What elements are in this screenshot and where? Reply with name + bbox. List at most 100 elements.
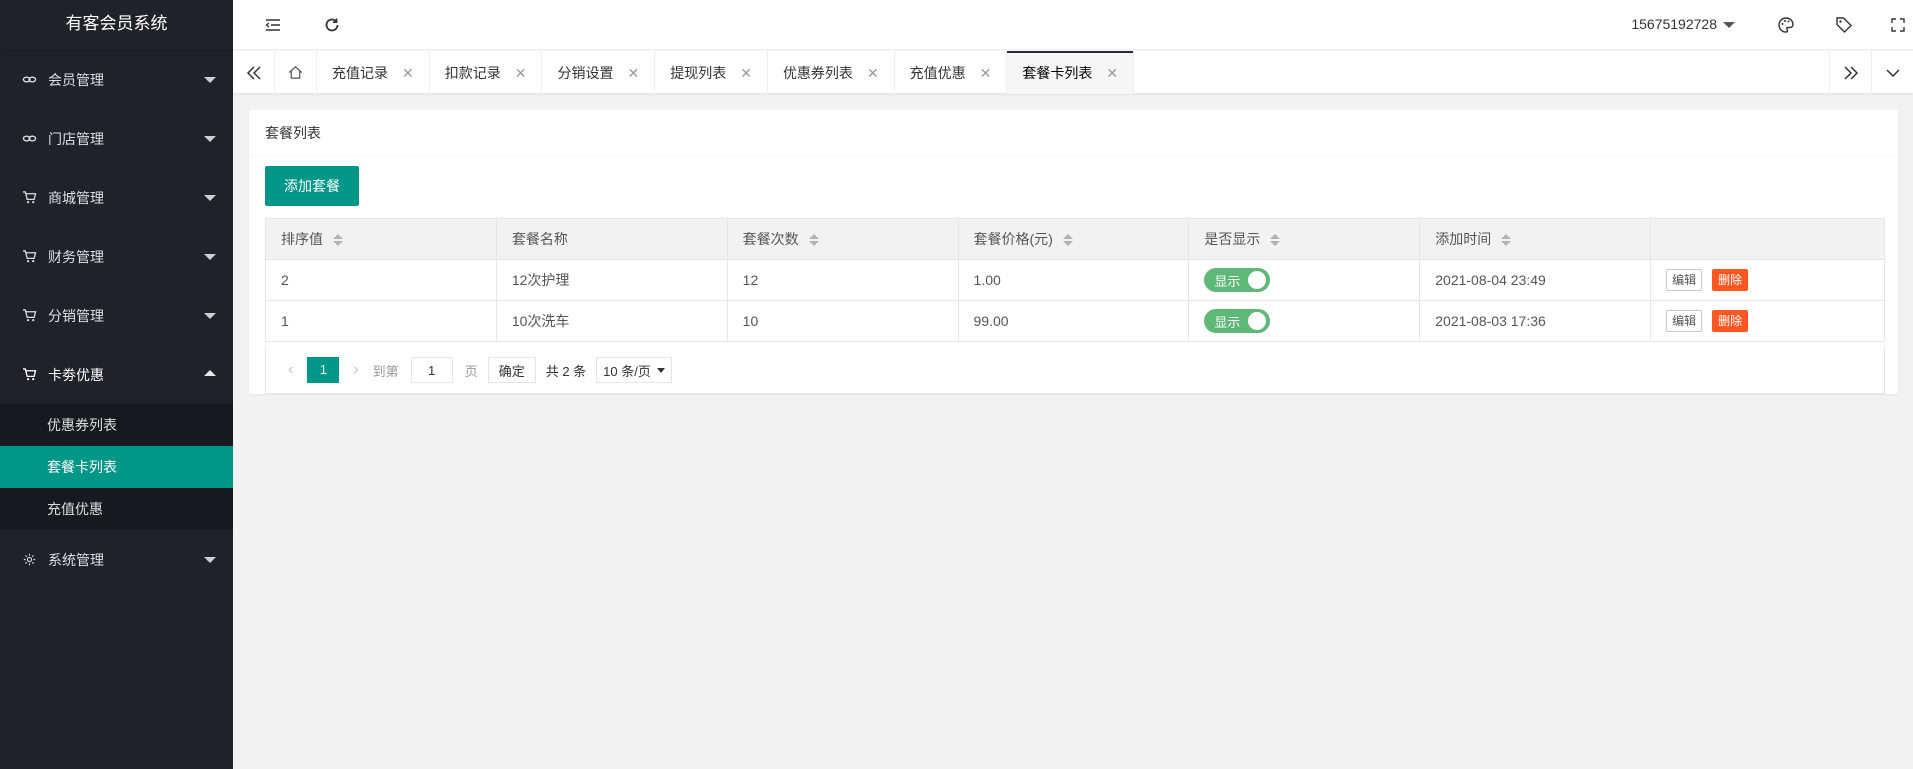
cell-sort: 2 [265, 259, 497, 301]
tab-withdrawal-list[interactable]: 提现列表 ✕ [655, 51, 768, 94]
table-row: 1 10次洗车 10 99.00 显示 2021-08-03 17:36 编辑删… [265, 300, 1885, 342]
sidebar-item-label: 会员管理 [48, 71, 104, 88]
sidebar-item-store[interactable]: 门店管理 [0, 109, 233, 168]
toggle-label: 显示 [1214, 314, 1241, 330]
link-icon [20, 132, 38, 146]
chevron-down-icon [204, 254, 216, 260]
tab-scroll-left-button[interactable] [233, 51, 275, 94]
column-header-name: 套餐名称 [495, 218, 728, 260]
tab-label: 扣款记录 [444, 64, 501, 81]
tab-label: 优惠券列表 [782, 64, 853, 81]
sidebar-item-label: 商城管理 [48, 189, 104, 206]
sidebar-subitem-recharge-discount[interactable]: 充值优惠 [0, 488, 233, 530]
sidebar-subitem-package-card-list[interactable]: 套餐卡列表 [0, 446, 233, 488]
chevron-down-icon [204, 313, 216, 319]
sidebar-item-mall[interactable]: 商城管理 [0, 168, 233, 227]
sidebar-item-finance[interactable]: 财务管理 [0, 227, 233, 286]
close-icon[interactable]: ✕ [867, 52, 879, 94]
cart-icon [20, 368, 38, 382]
cart-icon [20, 309, 38, 323]
close-icon[interactable]: ✕ [402, 52, 414, 94]
tab-coupon-list[interactable]: 优惠券列表 ✕ [768, 51, 895, 94]
close-icon[interactable]: ✕ [980, 52, 992, 94]
cell-time: 2021-08-04 23:49 [1419, 259, 1652, 301]
user-menu[interactable]: 15675192728 [1631, 0, 1735, 50]
sidebar-item-system[interactable]: 系统管理 [0, 530, 233, 589]
home-icon [288, 65, 303, 79]
refresh-button[interactable] [307, 0, 357, 50]
tab-recharge-records[interactable]: 充值记录 ✕ [317, 51, 430, 94]
goto-label: 到第 [372, 363, 399, 379]
column-label: 是否显示 [1204, 231, 1261, 247]
fullscreen-button[interactable] [1873, 0, 1913, 50]
caret-down-icon [1723, 22, 1735, 29]
tab-package-card-list[interactable]: 套餐卡列表 ✕ [1007, 51, 1135, 94]
chevron-up-icon [204, 370, 216, 376]
delete-button[interactable]: 删除 [1712, 310, 1749, 332]
tab-home[interactable] [275, 51, 317, 94]
menu-toggle-button[interactable] [248, 0, 298, 50]
tab-list: 充值记录 ✕ 扣款记录 ✕ 分销设置 ✕ 提现列表 ✕ 优惠券列表 ✕ 充值优惠 ✕ 套餐卡… [317, 51, 1135, 94]
tab-label: 充值记录 [332, 64, 388, 81]
page-number-current[interactable]: 1 [307, 357, 340, 383]
add-package-button[interactable]: 添加套餐 [265, 166, 359, 206]
cell-time: 2021-08-03 17:36 [1419, 300, 1652, 342]
toggle-knob [1248, 312, 1267, 330]
chevron-down-icon [204, 195, 216, 201]
refresh-icon [325, 18, 339, 32]
column-label: 套餐价格(元) [973, 231, 1053, 247]
column-header-price[interactable]: 套餐价格(元) [957, 218, 1190, 260]
close-icon[interactable]: ✕ [1106, 52, 1118, 94]
sort-icon[interactable] [1501, 234, 1512, 247]
tab-deduction-records[interactable]: 扣款记录 ✕ [430, 51, 543, 94]
column-header-count[interactable]: 套餐次数 [726, 218, 959, 260]
sidebar-item-distribution[interactable]: 分销管理 [0, 286, 233, 345]
close-icon[interactable]: ✕ [740, 52, 752, 94]
cell-name: 12次护理 [495, 259, 728, 301]
link-icon [20, 73, 38, 87]
delete-button[interactable]: 删除 [1712, 269, 1749, 291]
tab-label: 提现列表 [670, 64, 727, 81]
tab-label: 充值优惠 [909, 64, 966, 81]
cell-price: 99.00 [957, 300, 1190, 342]
cell-visible: 显示 [1188, 259, 1421, 301]
gear-icon [20, 553, 38, 567]
column-header-visible[interactable]: 是否显示 [1188, 218, 1421, 260]
prev-page-icon[interactable]: ‹ [288, 361, 293, 379]
column-header-time[interactable]: 添加时间 [1419, 218, 1652, 260]
sidebar-subitem-coupon-list[interactable]: 优惠券列表 [0, 404, 233, 446]
close-icon[interactable]: ✕ [515, 52, 527, 94]
sort-icon[interactable] [333, 234, 343, 247]
sort-icon[interactable] [1062, 234, 1073, 247]
tab-recharge-discount[interactable]: 充值优惠 ✕ [895, 51, 1008, 94]
column-header-sort[interactable]: 排序值 [265, 218, 497, 260]
visible-toggle[interactable]: 显示 [1204, 268, 1271, 292]
visible-toggle[interactable]: 显示 [1204, 309, 1271, 333]
toggle-knob [1248, 271, 1267, 289]
sort-icon[interactable] [1270, 234, 1281, 247]
user-phone: 15675192728 [1631, 16, 1717, 32]
tab-label: 套餐卡列表 [1022, 64, 1093, 81]
tab-options-button[interactable] [1871, 51, 1913, 94]
sidebar-item-member[interactable]: 会员管理 [0, 50, 233, 109]
palette-icon [1778, 17, 1794, 33]
close-icon[interactable]: ✕ [627, 52, 639, 94]
chevron-down-icon [1885, 68, 1900, 77]
sidebar-item-coupons[interactable]: 卡劵优惠 [0, 345, 233, 404]
sidebar-submenu-coupons: 优惠券列表 套餐卡列表 充值优惠 [0, 404, 233, 530]
goto-confirm-button[interactable]: 确定 [487, 357, 536, 383]
edit-button[interactable]: 编辑 [1666, 310, 1703, 332]
edit-button[interactable]: 编辑 [1666, 269, 1703, 291]
pagination: ‹ 1 › 到第 页 确定 共 2 条 10 条/页 [265, 347, 1885, 394]
tab-distribution-settings[interactable]: 分销设置 ✕ [542, 51, 656, 94]
page-size-select[interactable]: 10 条/页 [596, 357, 672, 383]
indent-icon [265, 19, 280, 31]
column-label: 排序值 [281, 231, 323, 247]
goto-page-input[interactable] [410, 357, 453, 383]
package-table: 排序值 套餐名称 套餐次数 套餐价格(元) 是否显示 添加时间 2 12次护理 … [265, 218, 1885, 342]
tag-button[interactable] [1819, 0, 1869, 50]
next-page-icon[interactable]: › [353, 361, 358, 379]
sort-icon[interactable] [808, 234, 819, 247]
theme-button[interactable] [1761, 0, 1811, 50]
tab-scroll-right-button[interactable] [1829, 51, 1871, 94]
